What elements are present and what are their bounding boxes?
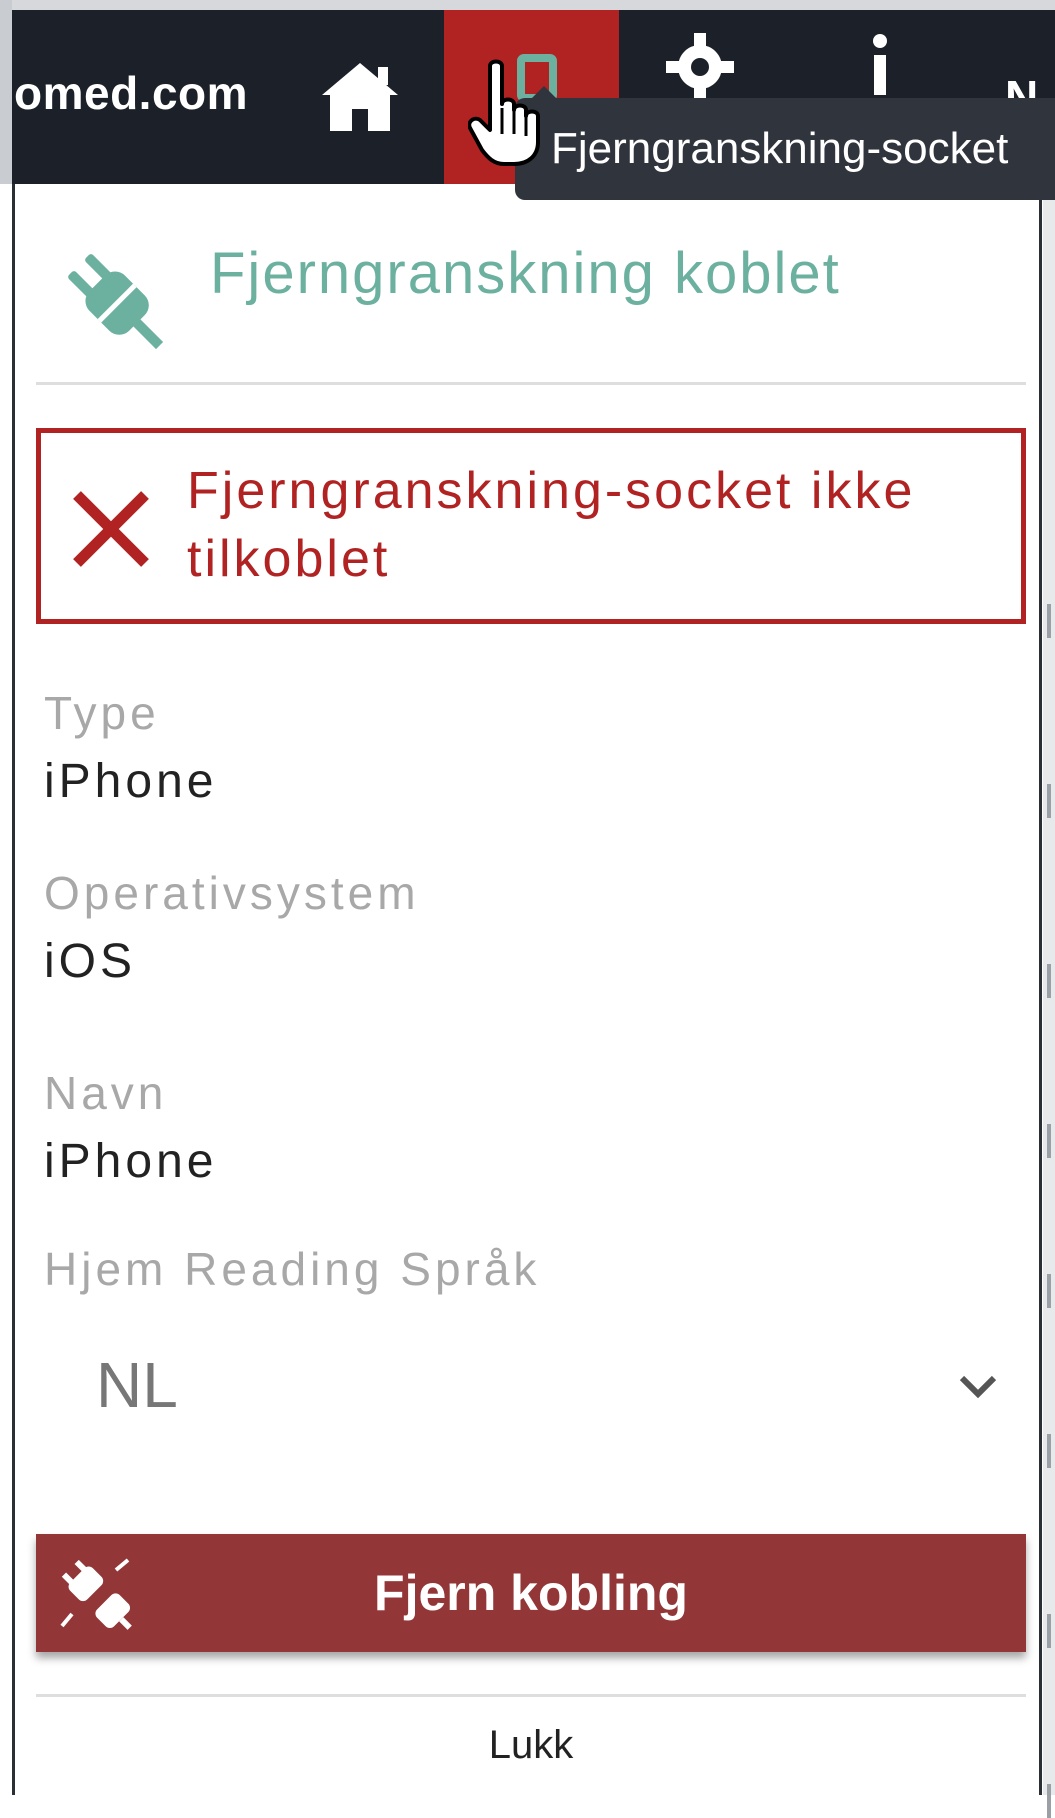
tooltip: Fjerngranskning-socket [515,98,1055,200]
nav-home-button[interactable] [300,10,420,184]
connection-title: Fjerngranskning koblet [210,241,841,306]
site-domain: omed.com [14,67,249,119]
language-select-value: NL [96,1349,178,1421]
os-value: iOS [44,935,137,988]
connection-status-header: Fjerngranskning koblet [50,230,1010,370]
language-select[interactable]: NL [44,1338,1014,1434]
type-label: Type [44,687,160,739]
close-link[interactable]: Lukk [36,1710,1026,1780]
divider [36,1694,1026,1697]
os-label: Operativsystem [44,867,420,919]
device-name-label: Navn [44,1067,168,1119]
type-value: iPhone [44,755,218,808]
disconnect-button-label: Fjern kobling [374,1565,688,1621]
gear-icon [666,33,734,101]
window-frame-edge [0,0,12,184]
background-content-edge [1043,184,1055,1818]
divider [36,382,1026,385]
socket-error-alert: Fjerngranskning-socket ikke tilkoblet [36,428,1026,624]
close-icon [73,491,149,567]
window-frame-edge [0,0,1055,10]
socket-error-message: Fjerngranskning-socket ikke tilkoblet [187,462,916,588]
chevron-down-icon [959,1375,997,1399]
plug-icon [68,254,164,350]
home-icon [322,63,398,131]
device-name-value: iPhone [44,1135,218,1188]
disconnect-button[interactable]: Fjern kobling [36,1534,1026,1652]
info-icon [873,34,887,95]
hand-cursor-icon [468,59,540,166]
language-label: Hjem Reading Språk [44,1243,541,1295]
